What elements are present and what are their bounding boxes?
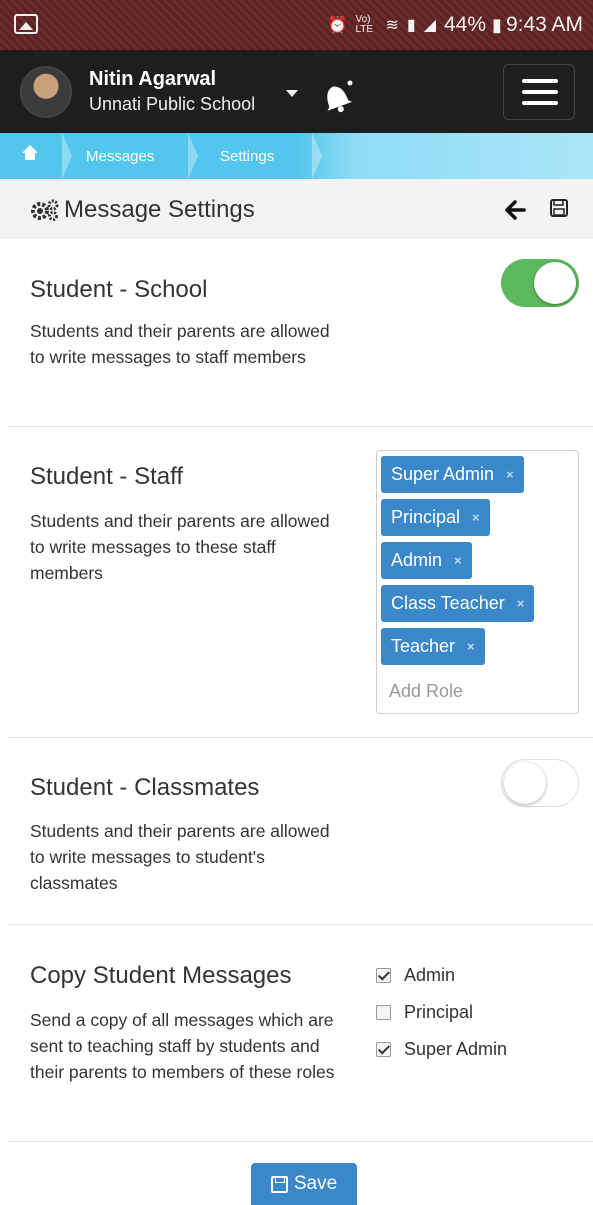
divider [8,1141,593,1142]
avatar[interactable] [20,66,72,118]
role-tag-super-admin: Super Admin × [381,456,524,493]
student-classmates-toggle[interactable] [501,759,579,807]
save-button-label: Save [293,1173,338,1194]
checkbox-principal[interactable] [376,1005,391,1020]
checkbox-label: Admin [404,965,456,985]
page-title: Message Settings [64,196,255,223]
app-header: Nitin Agarwal Unnati Public School [0,50,593,133]
user-name[interactable]: Nitin Agarwal [89,68,216,91]
home-icon [22,145,38,163]
copy-messages-description: Send a copy of all messages which are se… [30,1010,335,1082]
remove-tag-icon[interactable]: × [517,596,525,611]
hamburger-icon [522,79,558,83]
arrow-left-icon[interactable] [504,200,526,220]
bell-icon[interactable] [316,78,356,114]
tag-label: Teacher [391,636,456,656]
checkbox-super-admin[interactable] [376,1042,391,1057]
divider [8,924,593,925]
role-tag-class-teacher: Class Teacher × [381,585,535,622]
sim-icon: ▮ [406,17,416,34]
status-time: 9:43 AM [505,13,583,36]
student-staff-title: Student - Staff [30,463,183,490]
student-classmates-title: Student - Classmates [30,774,260,801]
checkbox-principal-row[interactable]: Principal [376,1002,473,1023]
breadcrumb: Messages Settings [0,133,593,179]
student-school-description: Students and their parents are allowed t… [30,321,330,367]
hamburger-line [522,101,558,105]
toggle-knob [534,262,576,304]
volte-icon: Vo) LTE [355,14,374,35]
checkbox-label: Principal [404,1002,474,1022]
wifi-icon: ≋ [385,17,399,34]
role-tag-input[interactable]: Super Admin × Principal × Admin × Class … [376,450,579,714]
chevron-down-icon[interactable] [286,90,298,97]
tag-label: Principal [391,507,461,527]
role-tag-teacher: Teacher × [381,628,485,665]
tag-label: Admin [391,550,443,570]
signal-icon: ◢ [423,17,436,34]
remove-tag-icon[interactable]: × [454,553,462,568]
gears-icon [31,199,59,221]
status-bar: ⏰ Vo) LTE ≋ ▮ ◢ 44% ▮ 9:43 AM [0,0,593,50]
student-school-title: Student - School [30,276,208,303]
hamburger-line [522,90,558,94]
floppy-icon [270,1175,288,1193]
alarm-icon: ⏰ [327,17,348,34]
save-button[interactable]: Save [251,1163,357,1205]
breadcrumb-settings[interactable]: Settings [188,133,322,179]
battery-icon: ▮ [492,14,502,35]
remove-tag-icon[interactable]: × [472,510,480,525]
divider [8,426,593,427]
checkbox-label: Super Admin [404,1039,508,1059]
checkbox-admin[interactable] [376,968,391,983]
tag-label: Super Admin [391,464,495,484]
hamburger-menu-button[interactable] [503,64,575,120]
student-school-toggle[interactable] [501,259,579,307]
school-name[interactable]: Unnati Public School [89,94,255,115]
divider [8,737,593,738]
gallery-icon [14,14,38,34]
remove-tag-icon[interactable]: × [467,639,475,654]
copy-messages-title: Copy Student Messages [30,962,292,989]
tag-label: Class Teacher [391,593,505,613]
student-staff-description: Students and their parents are allowed t… [30,511,330,583]
page-header: Message Settings [0,179,593,239]
student-classmates-description: Students and their parents are allowed t… [30,821,330,893]
toggle-knob [504,762,546,804]
remove-tag-icon[interactable]: × [506,467,514,482]
checkbox-super-admin-row[interactable]: Super Admin [376,1039,507,1060]
battery-level: 44% [444,13,487,36]
breadcrumb-home[interactable] [0,133,72,179]
status-icons: ⏰ Vo) LTE ≋ ▮ ◢ [328,15,436,35]
breadcrumb-messages[interactable]: Messages [62,133,198,179]
checkbox-admin-row[interactable]: Admin [376,965,455,986]
floppy-icon[interactable] [550,199,568,217]
add-role-input[interactable]: Add Role [389,681,463,702]
role-tag-principal: Principal × [381,499,490,536]
role-tag-admin: Admin × [381,542,472,579]
